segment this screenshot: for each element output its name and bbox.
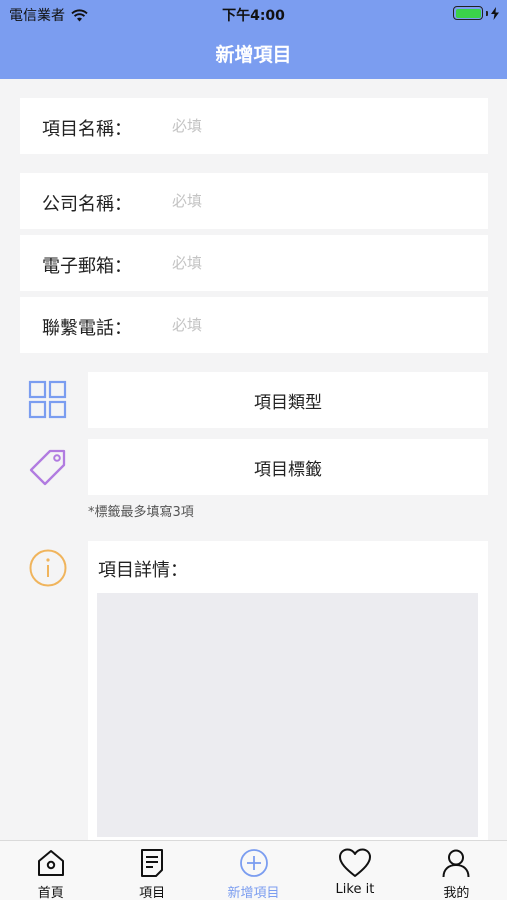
info-icon [29,549,67,587]
tab-mine[interactable]: 我的 [406,841,507,900]
heart-icon [338,848,371,877]
status-time: 下午4:00 [222,8,285,24]
phone-label: 聯繫電話： [42,318,132,339]
home-icon [37,850,64,876]
tab-home-label: 首頁 [37,886,64,900]
tag-limit-hint: *標籤最多填寫3項 [88,505,194,520]
company-name-label: 公司名稱： [42,194,132,215]
email-row: 電子郵箱： [20,235,488,291]
project-details-label: 項目詳情： [98,560,188,581]
charging-icon [491,6,499,20]
tab-home[interactable]: 首頁 [0,841,101,900]
company-name-row: 公司名稱： [20,173,488,229]
email-label: 電子郵箱： [42,256,132,277]
project-type-button[interactable]: 項目類型 [88,372,488,428]
plus-circle-icon [239,849,268,877]
tab-add-project[interactable]: 新增項目 [203,841,304,900]
project-name-row: 項目名稱： [20,98,488,154]
user-icon [442,849,470,878]
tag-icon [29,449,66,486]
project-name-label: 項目名稱： [42,119,132,140]
battery-icon [453,6,499,20]
document-icon [141,849,164,877]
grid-icon [28,380,67,419]
tab-projects[interactable]: 項目 [101,841,202,900]
tab-bar: 首頁 項目 新增項目 Like it 我的 [0,840,507,900]
tab-projects-label: 項目 [139,886,166,900]
phone-input[interactable] [172,311,462,339]
project-details-card: 項目詳情： [88,541,488,841]
phone-row: 聯繫電話： [20,297,488,353]
status-bar: 電信業者 下午4:00 [0,0,507,28]
project-name-input[interactable] [172,112,462,140]
tab-add-project-label: 新增項目 [227,886,280,900]
company-name-input[interactable] [172,187,462,215]
tab-like-it-label: Like it [335,882,375,897]
project-tags-button[interactable]: 項目標籤 [88,439,488,495]
project-details-textarea[interactable] [97,593,478,837]
email-input[interactable] [172,249,462,277]
tab-like-it[interactable]: Like it [304,841,405,900]
page-title: 新增項目 [215,44,292,66]
top-bar: 電信業者 下午4:00 新增項目 [0,0,507,79]
tab-mine-label: 我的 [443,886,470,900]
